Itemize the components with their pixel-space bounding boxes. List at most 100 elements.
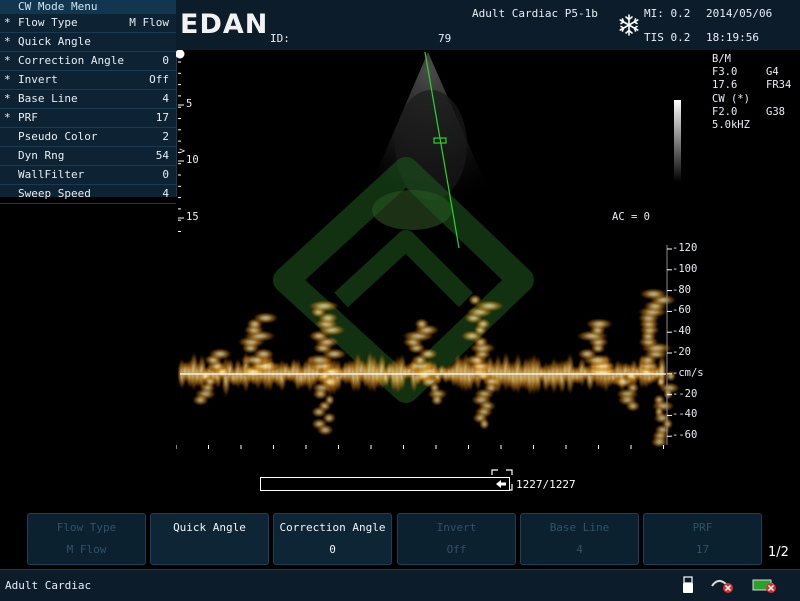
angle-correction-readout: AC = 0 xyxy=(612,211,650,223)
orientation-marker-icon xyxy=(176,50,185,59)
cine-frame-counter: 1227/1227 xyxy=(516,478,576,491)
focus-marker-icon: > xyxy=(179,146,186,157)
spectrum-blob xyxy=(467,294,483,306)
bm-frame-rate: FR34 xyxy=(766,79,792,91)
velocity-label: -cm/s xyxy=(672,366,704,379)
menu-title: CW Mode Menu xyxy=(0,0,176,14)
menu-item-base-line[interactable]: * Base Line 4 xyxy=(0,90,176,109)
spectrum-blob xyxy=(650,436,669,448)
menu-item-correction-angle[interactable]: * Correction Angle 0 xyxy=(0,52,176,71)
softkey-label: Base Line xyxy=(549,521,610,534)
velocity-label: -120 xyxy=(672,242,698,254)
menu-item-mark: * xyxy=(4,35,11,48)
tis-value: TIS 0.2 xyxy=(644,31,691,44)
time: 18:19:56 xyxy=(706,31,759,44)
velocity-label: -80 xyxy=(672,283,691,296)
menu-item-mark: * xyxy=(4,54,11,67)
cw-gain: G38 xyxy=(766,106,785,118)
softkey-page-indicator[interactable]: 1/2 xyxy=(768,545,789,560)
velocity-label: --40 xyxy=(672,408,698,421)
softkey-value: Off xyxy=(446,543,467,556)
cw-mode-menu: CW Mode Menu * Flow Type M Flow * Quick Angl… xyxy=(0,0,177,204)
menu-item-label: Quick Angle xyxy=(18,35,91,48)
softkey-value: 17 xyxy=(695,543,710,556)
cine-pointer-arrow-icon xyxy=(496,480,506,488)
bm-gain: G4 xyxy=(766,66,779,78)
velocity-label: -60 xyxy=(672,304,691,317)
menu-item-value: 2 xyxy=(162,130,169,143)
menu-item-wallfilter[interactable]: WallFilter 0 xyxy=(0,166,176,185)
menu-item-label: Base Line xyxy=(18,92,78,105)
menu-item-label: Correction Angle xyxy=(18,54,124,67)
menu-item-mark: * xyxy=(4,111,11,124)
spectrum-blob xyxy=(625,400,641,412)
header-bar: EDAN ID: 79 Adult Cardiac P5-1b MI: 0.2 … xyxy=(176,0,800,50)
menu-item-label: Flow Type xyxy=(18,16,78,29)
softkey-label: PRF xyxy=(692,521,713,534)
date: 2014/05/06 xyxy=(706,7,773,20)
softkey-label: Invert xyxy=(436,521,477,534)
cw-prf: 5.0kHZ xyxy=(712,119,750,131)
menu-item-mark: * xyxy=(4,92,11,105)
softkey-correction-angle[interactable]: Correction Angle 0 xyxy=(273,513,392,565)
spectrum-blob xyxy=(585,318,614,330)
ultrasound-image-area[interactable]: 5 10 15 > B/M F3.0 G4 17.6 FR34 CW (*) F… xyxy=(176,50,800,510)
patient-id-value: 79 xyxy=(438,32,452,45)
softkey-label: Correction Angle xyxy=(279,521,386,534)
velocity-label: -20 xyxy=(672,346,691,358)
bm-depth: 17.6 xyxy=(712,79,738,91)
velocity-label: -40 xyxy=(672,325,691,338)
spectrum-blob xyxy=(307,300,341,312)
freeze-snowflake-icon xyxy=(619,14,639,36)
softkey-flow-type[interactable]: Flow Type M Flow xyxy=(27,513,146,565)
menu-item-quick-angle[interactable]: * Quick Angle xyxy=(0,33,176,52)
menu-item-value: Off xyxy=(149,73,169,86)
menu-item-flow-type[interactable]: * Flow Type M Flow xyxy=(0,14,176,33)
battery-disconnected-icon xyxy=(752,579,776,593)
cine-progress-bar[interactable] xyxy=(260,477,510,491)
menu-item-label: Sweep Speed xyxy=(18,187,91,200)
menu-item-value: 17 xyxy=(155,111,169,124)
menu-item-label: Pseudo Color xyxy=(18,130,98,143)
menu-item-prf[interactable]: * PRF 17 xyxy=(0,109,176,128)
ultrasound-canvas xyxy=(176,50,681,491)
edan-logo: EDAN xyxy=(180,9,269,40)
exam-preset: Adult Cardiac P5-1b xyxy=(472,7,598,20)
menu-item-value: 0 xyxy=(162,168,169,181)
spectrum-blob xyxy=(430,394,444,406)
softkey-value: 4 xyxy=(576,543,583,556)
menu-item-value: 4 xyxy=(162,92,169,105)
grayscale-bar xyxy=(674,100,681,182)
spectrum-blob xyxy=(252,312,279,324)
spectrum-blob xyxy=(192,394,209,406)
softkey-base-line[interactable]: Base Line 4 xyxy=(520,513,639,565)
softkey-invert[interactable]: Invert Off xyxy=(397,513,516,565)
menu-item-value: M Flow xyxy=(129,16,169,29)
menu-item-dyn-rng[interactable]: Dyn Rng 54 xyxy=(0,147,176,166)
spectrum-blob xyxy=(414,318,430,330)
softkey-quick-angle[interactable]: Quick Angle xyxy=(150,513,269,565)
depth-label-10: 10 xyxy=(186,154,199,166)
softkey-value: M Flow xyxy=(66,543,107,556)
patient-id-label: ID: xyxy=(270,32,290,45)
menu-item-label: Invert xyxy=(18,73,58,86)
usb-icon xyxy=(683,576,693,593)
menu-item-pseudo-color[interactable]: Pseudo Color 2 xyxy=(0,128,176,147)
spectrum-blob xyxy=(316,424,335,436)
softkey-prf[interactable]: PRF 17 xyxy=(643,513,762,565)
menu-item-sweep-speed[interactable]: Sweep Speed 4 xyxy=(0,185,176,204)
menu-item-value: 0 xyxy=(162,54,169,67)
spectrum-blob xyxy=(208,348,233,360)
velocity-label: --60 xyxy=(672,429,698,442)
status-bar: Adult Cardiac xyxy=(0,569,800,601)
menu-item-invert[interactable]: * Invert Off xyxy=(0,71,176,90)
velocity-label: -100 xyxy=(672,262,698,275)
menu-item-label: Dyn Rng xyxy=(18,149,65,162)
menu-item-label: PRF xyxy=(18,111,38,124)
mi-value: MI: 0.2 xyxy=(644,7,691,20)
softkey-label: Flow Type xyxy=(56,521,117,534)
spectrum-blob xyxy=(478,418,490,430)
probe-disconnected-icon xyxy=(711,580,733,593)
depth-label-15: 15 xyxy=(186,211,199,223)
status-exam-text: Adult Cardiac xyxy=(5,579,92,592)
